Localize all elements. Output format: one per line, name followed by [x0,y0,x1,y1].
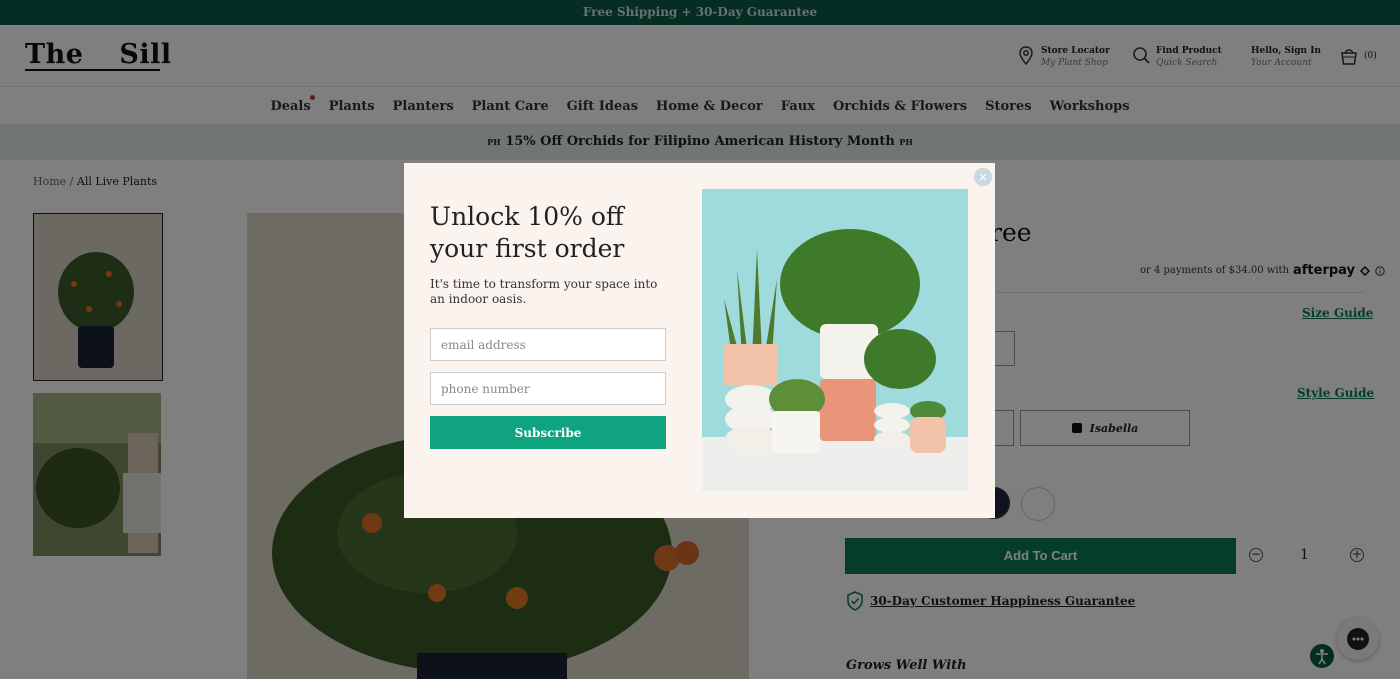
phone-field[interactable] [430,372,666,405]
close-icon[interactable]: × [974,168,992,186]
potted-plants-image [702,189,968,491]
modal-title: Unlock 10% off your first order [430,202,625,263]
modal-subtitle: It's time to transform your space into a… [430,277,658,306]
signup-modal: × Unlock 10% off your first order It's t… [404,163,995,518]
subscribe-button[interactable]: Subscribe [430,416,666,449]
modal-plants-image [702,189,968,491]
email-field[interactable] [430,328,666,361]
